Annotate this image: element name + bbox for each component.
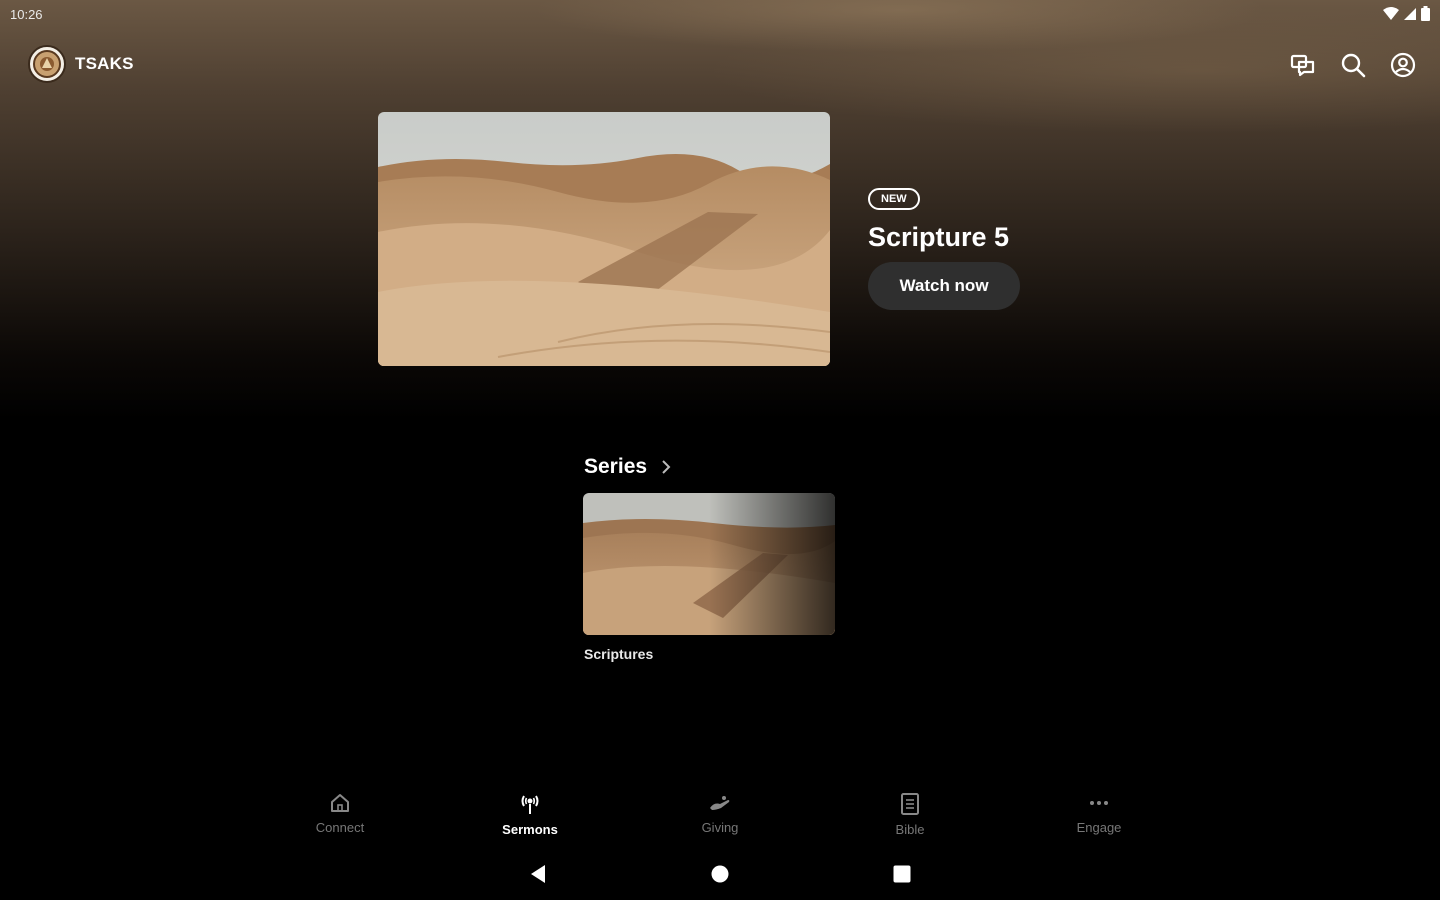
chevron-right-icon [662,460,671,474]
nav-item-connect[interactable]: Connect [280,792,400,835]
brand-name: TSAKS [75,54,134,73]
nav-item-engage[interactable]: Engage [1039,792,1159,835]
system-home-button[interactable] [702,856,738,892]
bible-icon [901,793,919,815]
chat-button[interactable] [1286,48,1320,82]
nav-item-sermons[interactable]: Sermons [470,792,590,837]
giving-icon [710,796,730,810]
app-header: TSAKS [0,40,1440,88]
system-recents-button[interactable] [884,856,920,892]
header-actions [1286,48,1420,82]
new-badge: NEW [868,188,920,210]
bottom-navigation: Connect Sermons Giving Bible Engage [0,788,1440,848]
chat-icon [1290,54,1315,77]
series-card-scriptures[interactable] [583,493,835,635]
recents-square-icon [893,865,911,883]
status-bar: 10:26 [0,0,1440,28]
home-icon [331,794,349,812]
featured-thumbnail[interactable] [378,112,830,366]
nav-label-sermons: Sermons [502,822,558,837]
sermons-icon [521,795,539,814]
series-card-label: Scriptures [584,646,654,662]
signal-icon [1404,7,1416,20]
series-header-link[interactable]: Series [584,455,671,479]
featured-title: Scripture 5 [868,222,1010,252]
back-triangle-icon [531,865,545,883]
account-button[interactable] [1386,48,1420,82]
search-icon [1341,53,1366,78]
search-button[interactable] [1336,48,1370,82]
status-time: 10:26 [10,7,43,22]
more-icon [1090,801,1108,805]
nav-label-engage: Engage [1076,820,1122,835]
desert-dunes-image [378,112,830,366]
nav-label-giving: Giving [701,820,739,835]
logo-emblem-icon [33,50,61,78]
battery-icon [1421,6,1430,21]
wifi-icon [1383,6,1399,20]
nav-label-bible: Bible [895,822,925,837]
series-heading: Series [584,455,648,478]
nav-item-giving[interactable]: Giving [660,792,780,835]
home-circle-icon [711,865,729,883]
watch-now-button[interactable]: Watch now [868,262,1020,310]
system-back-button[interactable] [520,856,556,892]
status-icons [1383,6,1430,21]
account-icon [1390,52,1416,78]
system-navigation [0,856,1440,892]
church-logo[interactable] [28,45,66,83]
nav-item-bible[interactable]: Bible [850,792,970,837]
featured-info: NEW Scripture 5 Watch now [868,188,1020,310]
series-dunes-image [583,493,835,635]
nav-label-connect: Connect [315,820,365,835]
